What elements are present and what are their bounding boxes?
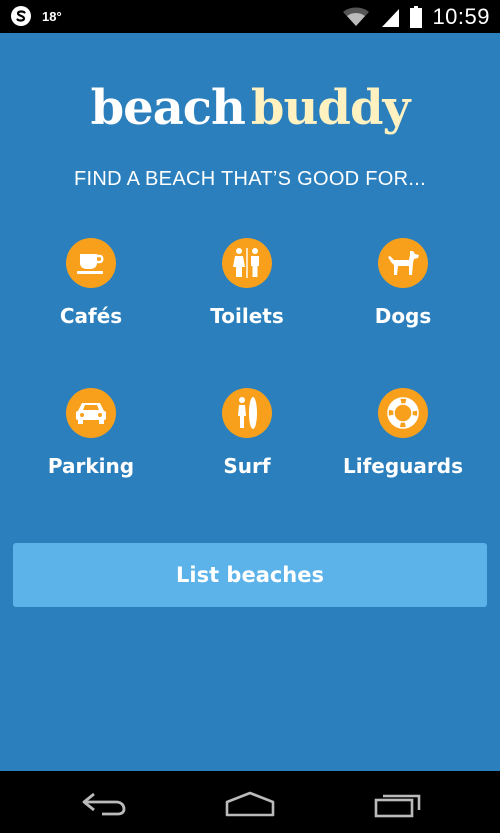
wifi-icon (342, 6, 370, 28)
app-s-icon (10, 5, 32, 27)
feature-label: Lifeguards (343, 454, 463, 478)
feature-label: Toilets (210, 304, 284, 328)
home-icon[interactable] (220, 789, 280, 819)
back-icon[interactable] (74, 789, 134, 819)
feature-lifeguards[interactable]: Lifeguards (325, 388, 481, 538)
feature-grid: Cafés Toilets Dogs Parking Surf Lifeguar… (13, 238, 481, 538)
cell-signal-icon (380, 6, 400, 28)
coffee-cup-icon (66, 238, 116, 288)
status-bar: 18° 10:59 (0, 0, 500, 33)
logo-word-beach: beach (90, 80, 246, 136)
feature-label: Parking (47, 454, 135, 478)
surfer-icon (222, 388, 272, 438)
feature-surf[interactable]: Surf (169, 388, 325, 538)
car-icon (66, 388, 116, 438)
dog-icon (378, 238, 428, 288)
lifebuoy-icon (378, 388, 428, 438)
recent-apps-icon[interactable] (368, 789, 428, 819)
feature-label: Cafés (59, 304, 123, 328)
app-logo: beach buddy (0, 84, 500, 132)
clock-text: 10:59 (432, 4, 490, 29)
navigation-bar (0, 771, 500, 833)
logo-word-buddy: buddy (250, 80, 410, 136)
feature-label: Dogs (374, 304, 432, 328)
toilets-icon (222, 238, 272, 288)
temperature-text: 18° (42, 8, 62, 24)
feature-cafes[interactable]: Cafés (13, 238, 169, 388)
battery-icon (410, 6, 423, 28)
feature-toilets[interactable]: Toilets (169, 238, 325, 388)
page-subtitle: FIND A BEACH THAT’S GOOD FOR... (74, 168, 426, 190)
feature-label: Surf (223, 454, 271, 478)
feature-parking[interactable]: Parking (13, 388, 169, 538)
screen: 18° 10:59 beach buddy FIND A BEACH THAT’… (0, 0, 500, 833)
feature-dogs[interactable]: Dogs (325, 238, 481, 388)
list-beaches-button[interactable]: List beaches (13, 543, 487, 607)
